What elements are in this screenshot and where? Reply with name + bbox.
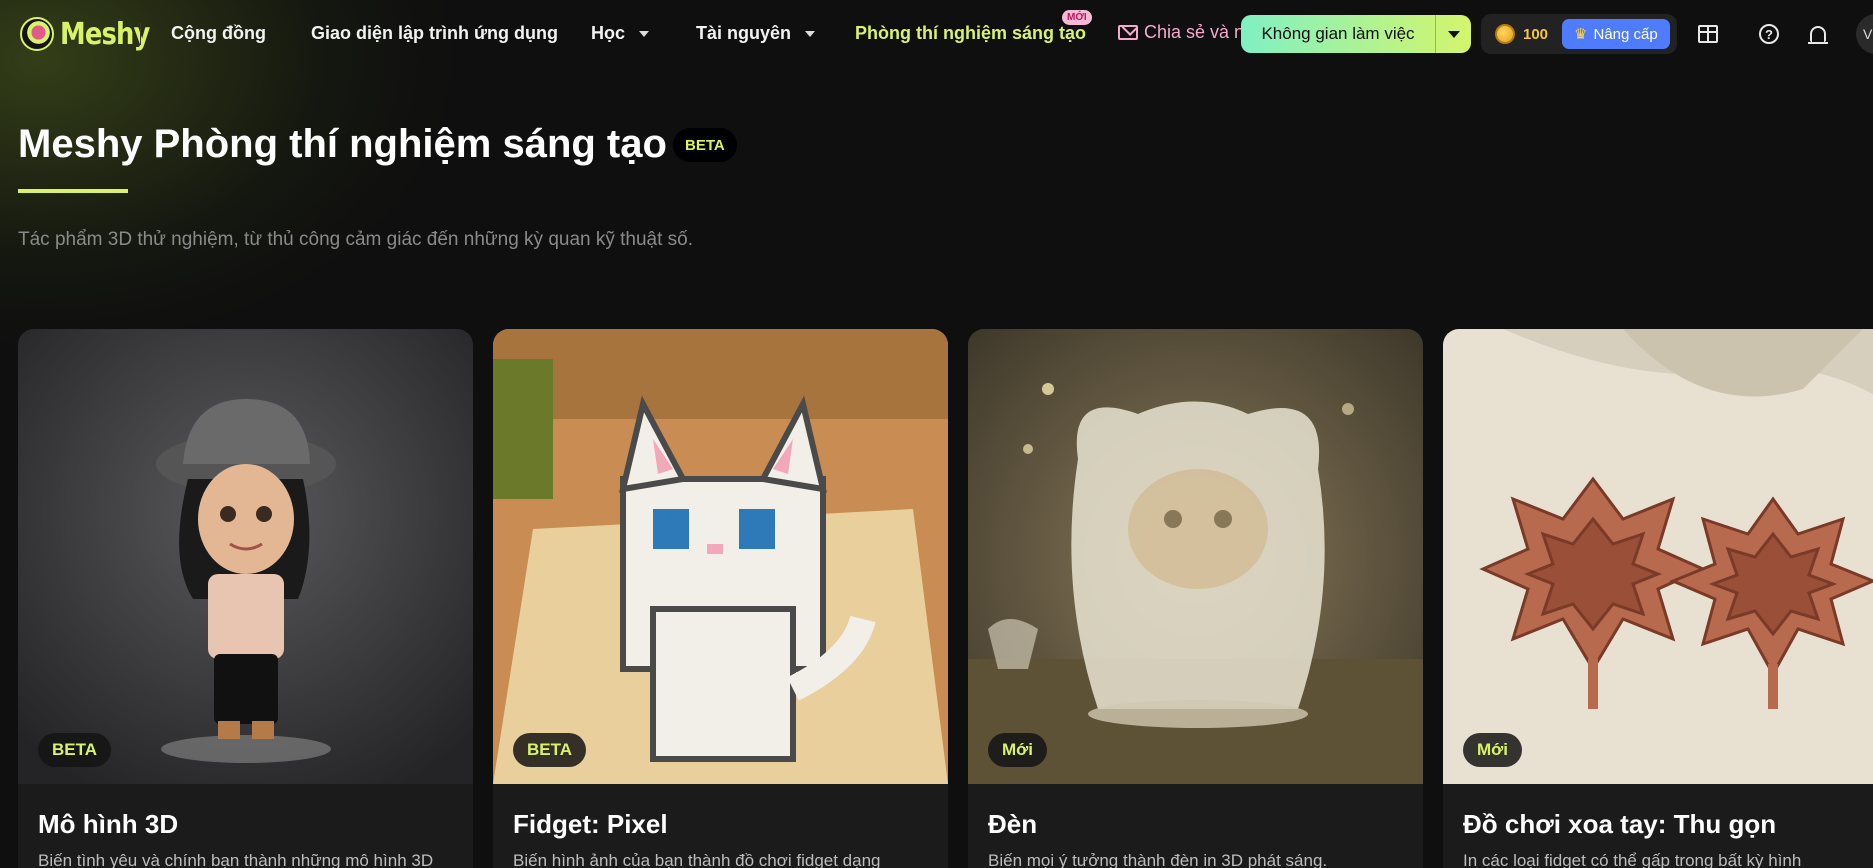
card-3d-model[interactable]: BETA Mô hình 3D Biến tình yêu và chính b… [18, 329, 473, 868]
card-title: Mô hình 3D [38, 809, 179, 839]
new-badge: MỚI [1062, 10, 1092, 25]
card-description: In các loại fidget có thể gấp trong bất … [1463, 851, 1802, 868]
share-label: Chia sẻ và n [1144, 22, 1245, 42]
mail-icon [1118, 25, 1138, 40]
card-title: Đèn [988, 809, 1038, 839]
card-title: Đồ chơi xoa tay: Thu gọn [1463, 809, 1777, 839]
card-fidget-pixel[interactable]: BETA Fidget: Pixel Biến hình ảnh của bạn… [493, 329, 948, 868]
chevron-down-icon [1447, 30, 1460, 38]
help-button[interactable]: ? [1757, 22, 1781, 46]
nav-item-label: Học [591, 23, 626, 43]
workspace-button[interactable]: Không gian làm việc [1241, 15, 1471, 53]
title-underline [18, 189, 128, 193]
card-lamp[interactable]: Mới Đèn Biến mọi ý tưởng thành đèn in 3D… [968, 329, 1423, 868]
card-badge: BETA [38, 733, 112, 767]
coin-icon [1495, 24, 1515, 44]
creative-lab-page: Meshy Cộng đồng Giao diện lập trình ứng … [0, 0, 1873, 868]
nav-item-api[interactable]: Giao diện lập trình ứng dụng [311, 23, 558, 44]
gift-icon [1698, 25, 1718, 43]
card-image-cat-lamp [968, 329, 1423, 784]
beta-badge: BETA [673, 128, 737, 162]
avatar[interactable]: V [1856, 14, 1873, 54]
workspace-dropdown-toggle[interactable] [1435, 15, 1471, 53]
nav-item-label: Giao diện lập trình ứng dụng [311, 23, 559, 43]
meshy-logo[interactable]: Meshy [20, 14, 164, 54]
credits-panel: 100 ♛ Nâng cấp [1481, 14, 1677, 54]
crown-icon: ♛ [1574, 26, 1588, 43]
card-badge: Mới [1463, 733, 1522, 767]
nav-divider [140, 23, 141, 45]
nav-item-creative-lab[interactable]: Phòng thí nghiệm sáng tạo [855, 23, 1086, 44]
page-title: Meshy Phòng thí nghiệm sáng tạo [18, 122, 667, 166]
logo-text: Meshy [60, 16, 150, 52]
chevron-down-icon [639, 30, 650, 37]
credits-value: 100 [1523, 25, 1549, 43]
gift-button[interactable] [1696, 22, 1720, 46]
notifications-button[interactable] [1806, 22, 1830, 46]
card-title: Fidget: Pixel [513, 809, 668, 839]
nav-item-label: Cộng đồng [171, 23, 266, 43]
card-image-figurine [18, 329, 473, 784]
nav-item-community[interactable]: Cộng đồng [171, 23, 266, 44]
card-image-pixel-cat [493, 329, 948, 784]
top-navigation: Meshy Cộng đồng Giao diện lập trình ứng … [0, 0, 1873, 70]
bell-icon [1808, 26, 1828, 44]
card-image-leaf-fidgets [1443, 329, 1873, 784]
nav-item-label: Tài nguyên [696, 23, 792, 43]
chevron-down-icon [805, 30, 816, 37]
nav-item-learn[interactable]: Học [591, 23, 650, 44]
card-description: Biến hình ảnh của bạn thành đồ chơi fidg… [513, 851, 881, 868]
nav-item-resources[interactable]: Tài nguyên [696, 23, 816, 44]
card-description: Biến mọi ý tưởng thành đèn in 3D phát sá… [988, 851, 1328, 868]
card-badge: BETA [513, 733, 587, 767]
card-badge: Mới [988, 733, 1047, 767]
nav-item-share[interactable]: Chia sẻ và n [1118, 22, 1248, 43]
upgrade-label: Nâng cấp [1593, 25, 1658, 43]
logo-icon [20, 17, 54, 51]
workspace-label: Không gian làm việc [1261, 24, 1415, 43]
help-icon: ? [1759, 24, 1779, 44]
nav-item-label: Phòng thí nghiệm sáng tạo [855, 23, 1086, 43]
card-fidget-collapse[interactable]: Mới Đồ chơi xoa tay: Thu gọn In các loại… [1443, 329, 1873, 868]
page-subtitle: Tác phẩm 3D thử nghiệm, từ thủ công cảm … [18, 229, 694, 250]
upgrade-button[interactable]: ♛ Nâng cấp [1562, 19, 1670, 49]
card-description: Biến tình yêu và chính bạn thành những m… [38, 851, 434, 868]
